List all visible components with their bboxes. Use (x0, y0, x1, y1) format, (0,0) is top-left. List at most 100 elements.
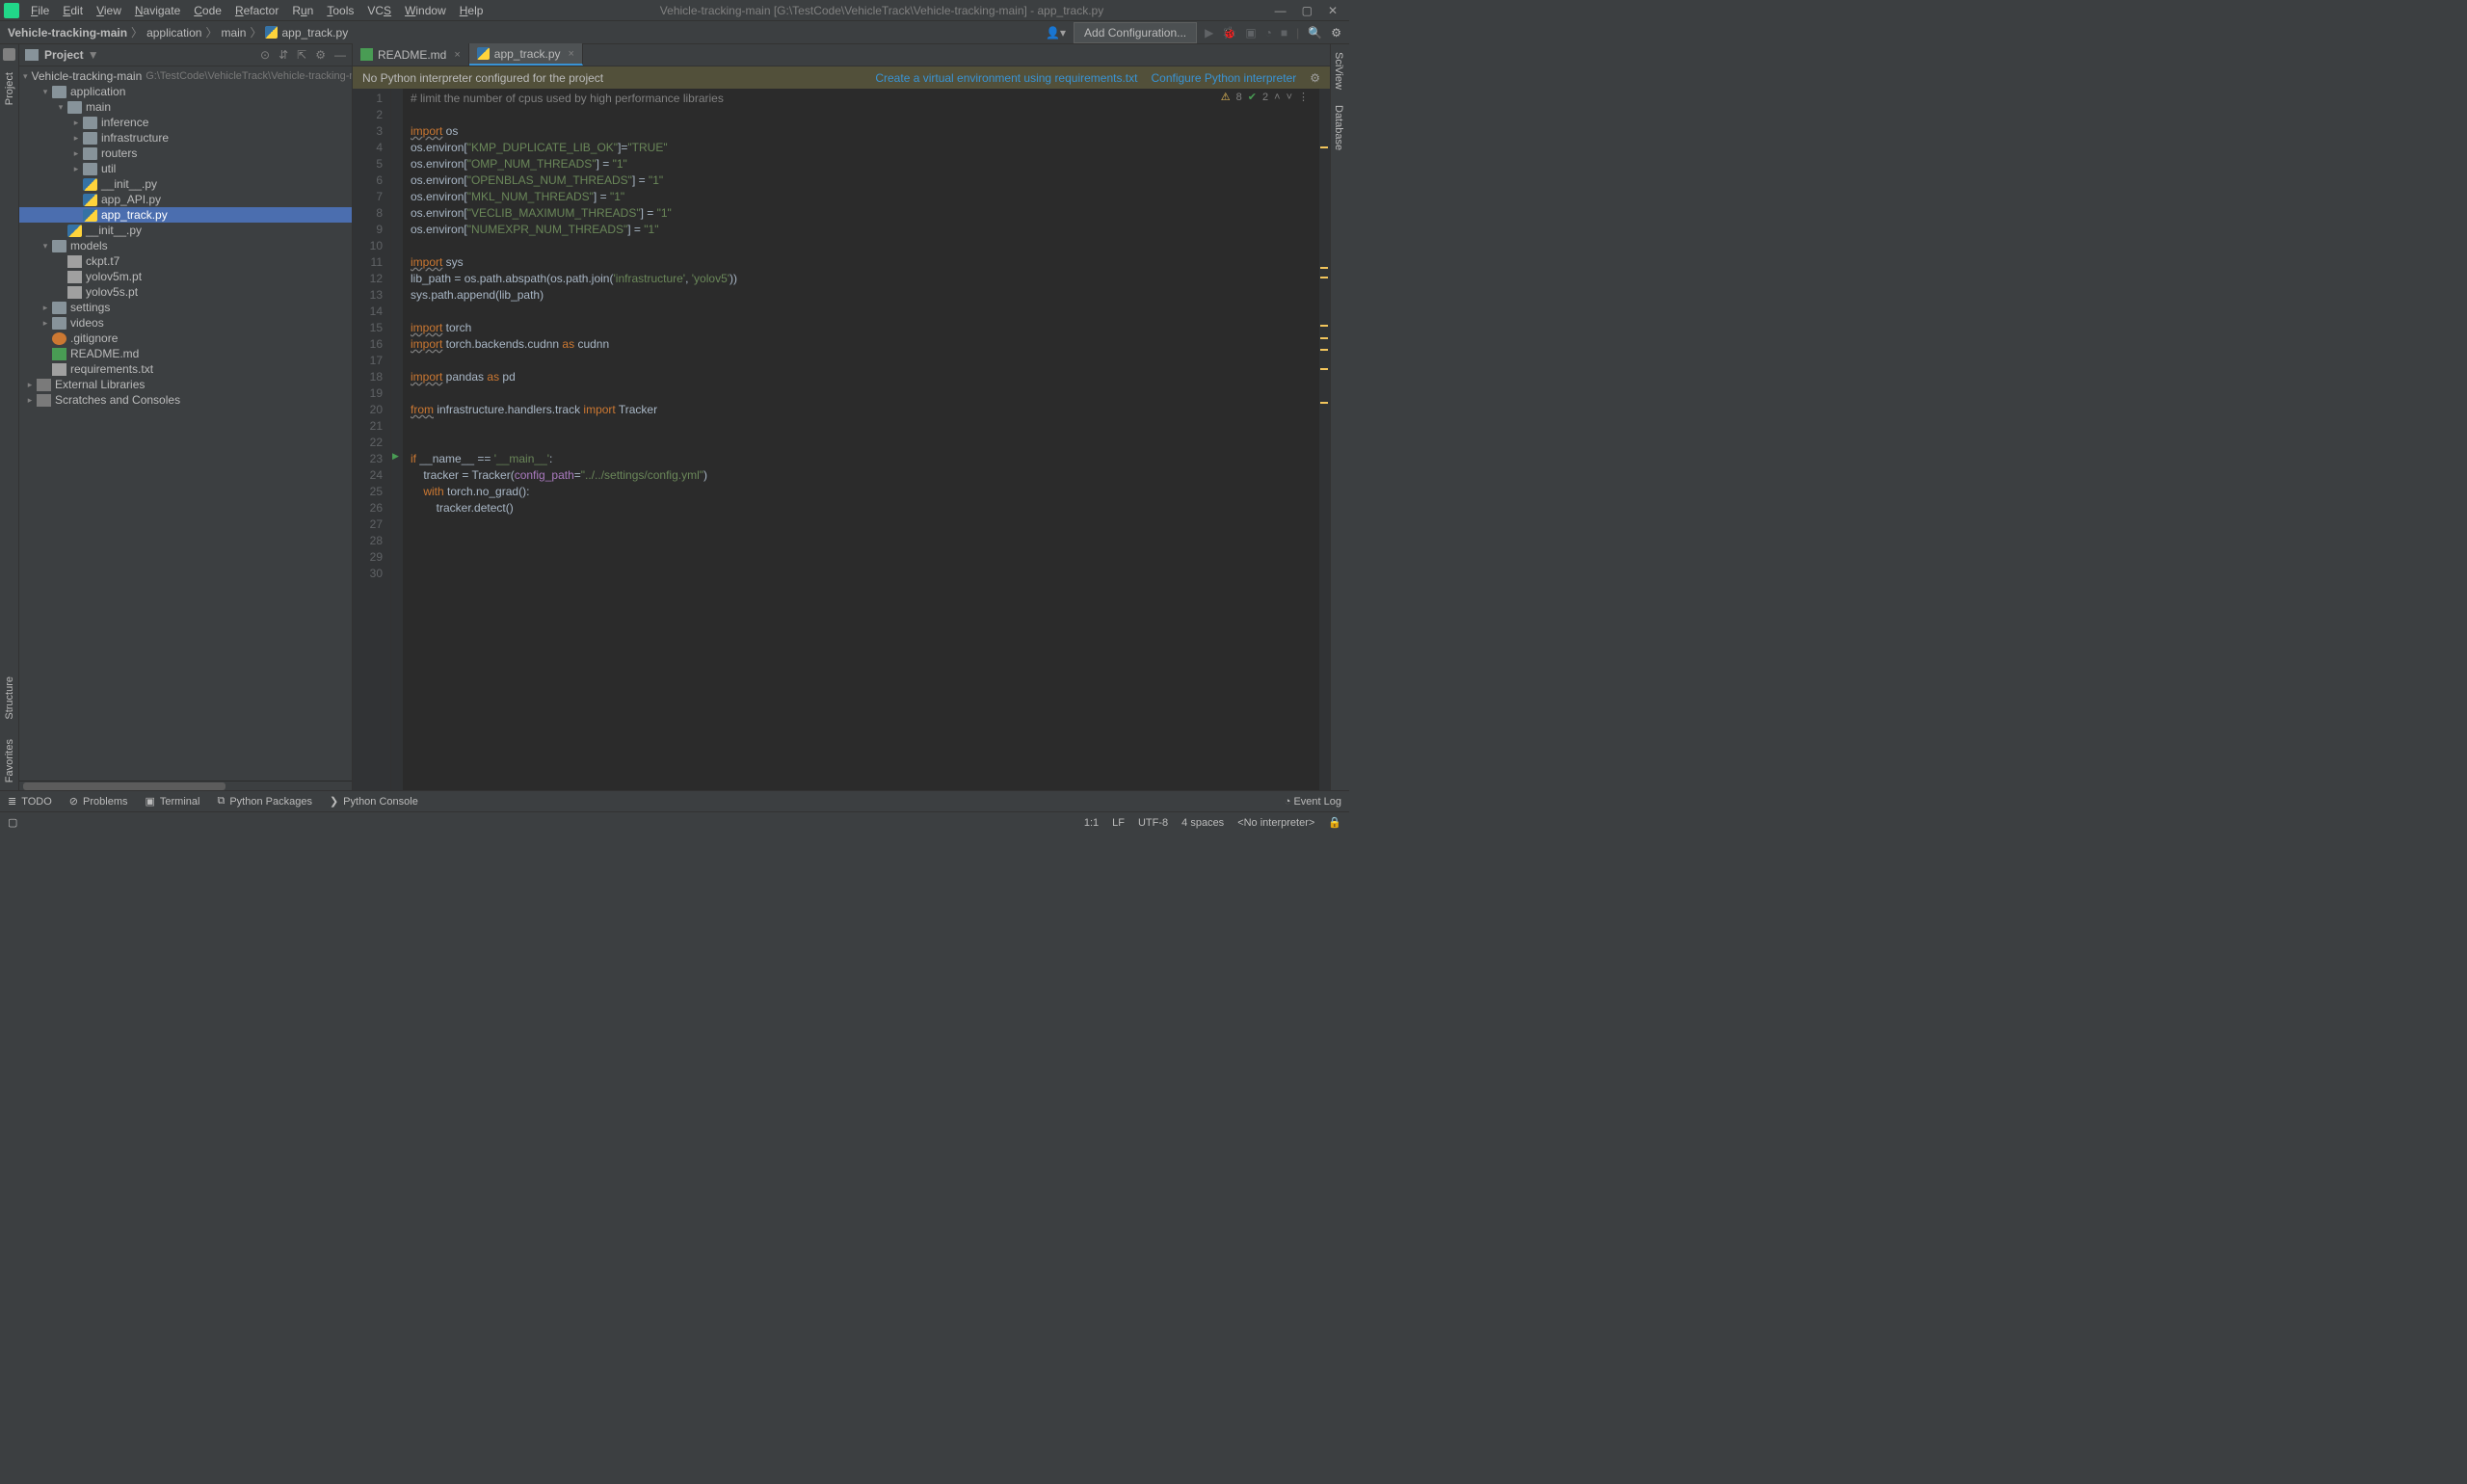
tree-item[interactable]: .gitignore (19, 331, 352, 346)
tree-item[interactable]: yolov5s.pt (19, 284, 352, 300)
up-icon[interactable]: ˄ (1274, 92, 1280, 103)
line-gutter[interactable]: 1234567891011121314151617181920212223242… (353, 89, 391, 790)
tree-item[interactable]: ▸infrastructure (19, 130, 352, 146)
lock-icon[interactable]: 🔒 (1328, 816, 1341, 829)
project-panel-title[interactable]: Project (44, 48, 84, 62)
tree-item[interactable]: README.md (19, 346, 352, 361)
tree-toggle-icon[interactable]: ▾ (39, 241, 52, 252)
close-tab-icon[interactable]: × (454, 49, 460, 61)
tree-toggle-icon[interactable]: ▸ (69, 118, 83, 128)
close-tab-icon[interactable]: × (569, 48, 574, 60)
minimize-button[interactable]: — (1275, 4, 1287, 17)
dropdown-icon[interactable]: ▼ (88, 48, 99, 62)
settings-icon[interactable]: ⚙ (315, 48, 326, 62)
problems-tool-button[interactable]: ⊘ Problems (69, 795, 128, 808)
todo-tool-button[interactable]: ≣ TODO (8, 795, 52, 808)
terminal-tool-button[interactable]: ▣ Terminal (145, 795, 199, 808)
tree-toggle-icon[interactable]: ▾ (23, 71, 28, 82)
horizontal-scrollbar[interactable] (19, 781, 352, 790)
menu-file[interactable]: File (25, 2, 55, 19)
tree-item[interactable]: ▾Vehicle-tracking-mainG:\TestCode\Vehicl… (19, 68, 352, 84)
settings-button[interactable]: ⚙ (1331, 26, 1341, 40)
menu-vcs[interactable]: VCS (361, 2, 397, 19)
create-venv-link[interactable]: Create a virtual environment using requi… (875, 71, 1137, 85)
database-tool-button[interactable]: Database (1331, 97, 1346, 158)
tree-toggle-icon[interactable]: ▸ (69, 148, 83, 159)
tree-item[interactable]: ▸inference (19, 115, 352, 130)
tree-item[interactable]: yolov5m.pt (19, 269, 352, 284)
tree-item[interactable]: ▸util (19, 161, 352, 176)
error-stripe[interactable] (1318, 89, 1330, 790)
favorites-tool-button[interactable]: Favorites (4, 731, 15, 790)
code-editor[interactable]: # limit the number of cpus used by high … (403, 89, 1318, 790)
editor-tab[interactable]: app_track.py× (469, 43, 583, 66)
tree-item[interactable]: ▸settings (19, 300, 352, 315)
locate-icon[interactable]: ⊙ (260, 48, 270, 62)
add-configuration-button[interactable]: Add Configuration... (1074, 22, 1197, 43)
tree-item[interactable]: __init__.py (19, 176, 352, 192)
menu-help[interactable]: Help (454, 2, 490, 19)
project-tree[interactable]: ▾Vehicle-tracking-mainG:\TestCode\Vehicl… (19, 66, 352, 781)
collapse-icon[interactable]: ⇱ (297, 48, 306, 62)
close-button[interactable]: ✕ (1328, 4, 1338, 17)
user-icon[interactable]: 👤▾ (1046, 26, 1066, 40)
breadcrumb-item[interactable]: Vehicle-tracking-main (8, 26, 127, 40)
breadcrumb-item[interactable]: main (221, 26, 246, 40)
tree-toggle-icon[interactable]: ▸ (69, 133, 83, 144)
indent-setting[interactable]: 4 spaces (1181, 817, 1224, 829)
tree-toggle-icon[interactable]: ▸ (23, 380, 37, 390)
tree-item[interactable]: ▸Scratches and Consoles (19, 392, 352, 408)
tree-item[interactable]: ▾models (19, 238, 352, 253)
down-icon[interactable]: ˅ (1287, 92, 1292, 103)
menu-tools[interactable]: Tools (321, 2, 359, 19)
menu-window[interactable]: Window (399, 2, 452, 19)
tree-toggle-icon[interactable]: ▾ (39, 87, 52, 97)
stop-button[interactable]: ■ (1281, 26, 1287, 40)
profile-button[interactable]: ◔ (1265, 26, 1272, 40)
structure-tool-button[interactable]: Structure (4, 669, 15, 728)
tree-toggle-icon[interactable]: ▾ (54, 102, 67, 113)
tree-item[interactable]: requirements.txt (19, 361, 352, 377)
menu-navigate[interactable]: Navigate (129, 2, 186, 19)
tree-item[interactable]: __init__.py (19, 223, 352, 238)
tree-item[interactable]: ▾application (19, 84, 352, 99)
menu-edit[interactable]: Edit (57, 2, 89, 19)
breadcrumb-item[interactable]: app_track.py (281, 26, 348, 40)
tree-item[interactable]: ▸External Libraries (19, 377, 352, 392)
tree-toggle-icon[interactable]: ▸ (39, 303, 52, 313)
tree-item[interactable]: ▸routers (19, 146, 352, 161)
coverage-button[interactable]: ▣ (1245, 26, 1256, 40)
debug-button[interactable]: 🐞 (1222, 26, 1236, 40)
caret-position[interactable]: 1:1 (1084, 817, 1099, 829)
gear-icon[interactable]: ⚙ (1310, 71, 1320, 85)
editor-tab[interactable]: README.md× (353, 43, 469, 66)
breadcrumb-item[interactable]: application (146, 26, 201, 40)
tree-item[interactable]: ▸videos (19, 315, 352, 331)
maximize-button[interactable]: ▢ (1302, 4, 1313, 17)
tree-item[interactable]: ▾main (19, 99, 352, 115)
interpreter-status[interactable]: <No interpreter> (1237, 817, 1314, 829)
menu-view[interactable]: View (91, 2, 127, 19)
tool-window-toggle[interactable]: ▢ (8, 816, 17, 829)
tree-toggle-icon[interactable]: ▸ (69, 164, 83, 174)
inspection-widget[interactable]: ⚠8 ✔2 ˄ ˅ ⋮ (1221, 91, 1309, 103)
menu-run[interactable]: Run (286, 2, 319, 19)
menu-refactor[interactable]: Refactor (229, 2, 284, 19)
project-tool-icon[interactable] (3, 48, 15, 61)
tree-toggle-icon[interactable]: ▸ (23, 395, 37, 406)
tree-item[interactable]: ckpt.t7 (19, 253, 352, 269)
event-log-button[interactable]: ◔ Event Log (1285, 796, 1341, 808)
expand-icon[interactable]: ⇵ (279, 48, 288, 62)
more-icon[interactable]: ⋮ (1298, 91, 1309, 103)
line-separator[interactable]: LF (1112, 817, 1125, 829)
tree-toggle-icon[interactable]: ▸ (39, 318, 52, 329)
tree-item[interactable]: app_track.py (19, 207, 352, 223)
run-gutter-icon[interactable]: ▶ (392, 451, 399, 462)
python-console-tool-button[interactable]: ❯ Python Console (330, 795, 418, 808)
sciview-tool-button[interactable]: SciView (1331, 44, 1346, 97)
project-tool-button[interactable]: Project (4, 65, 15, 113)
menu-code[interactable]: Code (188, 2, 227, 19)
hide-icon[interactable]: — (334, 48, 346, 62)
tree-item[interactable]: app_API.py (19, 192, 352, 207)
run-button[interactable]: ▶ (1205, 26, 1213, 40)
